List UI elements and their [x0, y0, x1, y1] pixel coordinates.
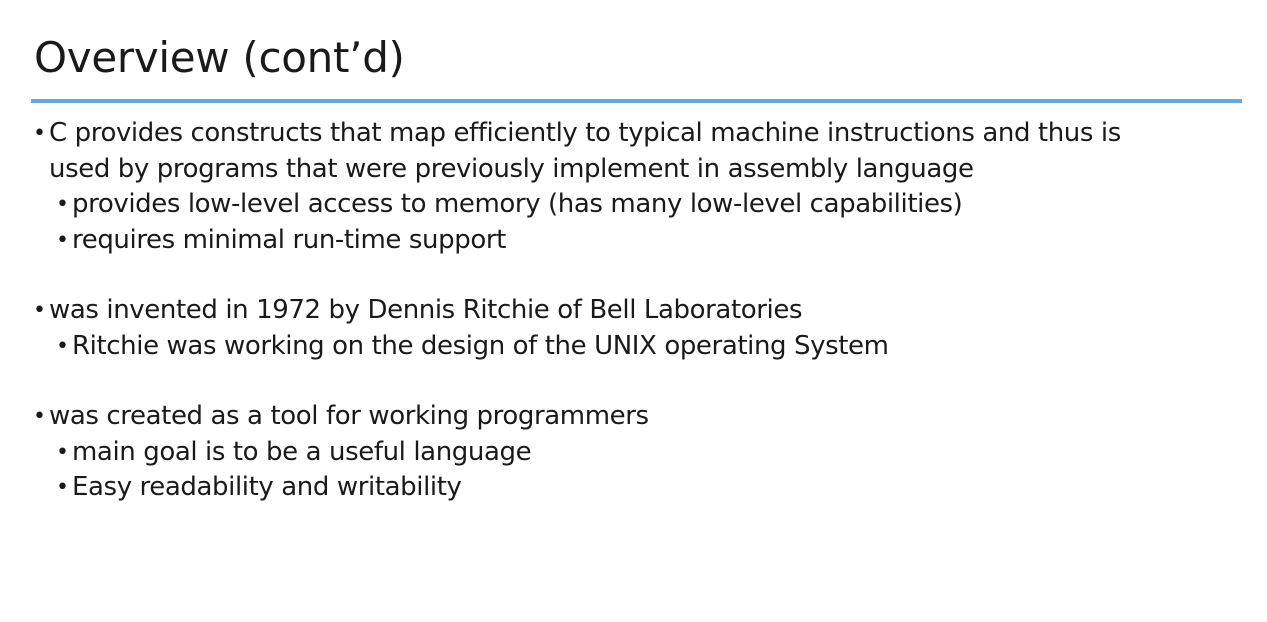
sub-bullet-item: • requires minimal run-time support	[30, 223, 1240, 259]
sub-bullet-icon: •	[56, 192, 69, 217]
sub-bullet-icon: •	[56, 333, 69, 359]
sub-bullet-text: requires minimal run-time support	[72, 224, 506, 255]
bullet-item-text: was created as a tool for working progra…	[49, 401, 649, 431]
bullet-group-1: • C provides constructs that map efficie…	[30, 116, 1240, 258]
sub-bullet-icon: •	[56, 227, 69, 253]
slide-content: • C provides constructs that map efficie…	[30, 116, 1240, 506]
bullet-group-2: • was invented in 1972 by Dennis Ritchie…	[30, 293, 1240, 364]
bullet-icon: •	[33, 298, 46, 323]
bullet-item-3: • was created as a tool for working prog…	[30, 399, 1240, 435]
sub-bullet-text: main goal is to be a useful language	[72, 436, 532, 467]
bullet-icon: •	[33, 121, 46, 146]
sub-bullet-text: Ritchie was working on the design of the…	[72, 330, 889, 361]
bullet-item-2: • was invented in 1972 by Dennis Ritchie…	[30, 293, 1240, 329]
title-underline	[31, 99, 1242, 103]
sub-bullet-item: • Easy readability and writability	[30, 470, 1240, 506]
bullet-icon: •	[33, 404, 46, 429]
bullet-item-text-line-2: used by programs that were previously im…	[49, 153, 974, 184]
bullet-item-1: • C provides constructs that map efficie…	[30, 116, 1240, 152]
sub-bullet-item: • provides low-level access to memory (h…	[30, 187, 1240, 223]
sub-bullet-icon: •	[56, 439, 69, 465]
bullet-group-3: • was created as a tool for working prog…	[30, 399, 1240, 506]
bullet-item-text: was invented in 1972 by Dennis Ritchie o…	[49, 295, 803, 325]
sub-bullet-icon: •	[56, 475, 69, 500]
slide-title: Overview (cont’d)	[34, 33, 405, 82]
slide: Overview (cont’d) • C provides construct…	[0, 0, 1267, 622]
bullet-item-1-continuation: used by programs that were previously im…	[30, 152, 1240, 188]
sub-bullet-text: provides low-level access to memory (has…	[72, 189, 963, 219]
sub-bullet-item: • main goal is to be a useful language	[30, 435, 1240, 471]
sub-bullet-text: Easy readability and writability	[72, 472, 462, 502]
bullet-item-text-line-1: C provides constructs that map efficient…	[49, 118, 1121, 148]
sub-bullet-item: • Ritchie was working on the design of t…	[30, 329, 1240, 365]
